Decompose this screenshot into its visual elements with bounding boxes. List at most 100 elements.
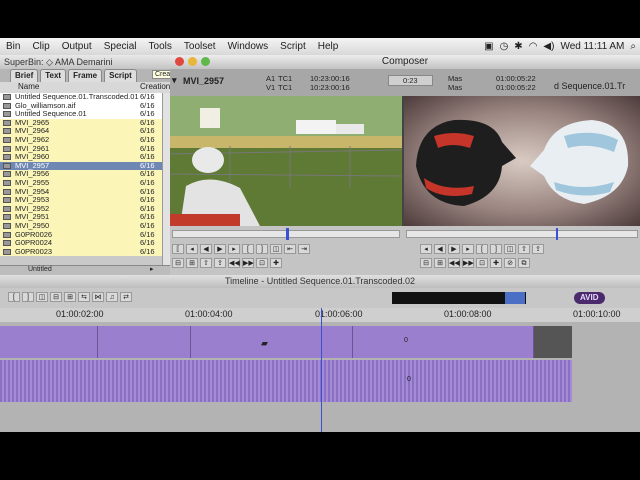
video-clip-4[interactable]: 0 xyxy=(353,326,534,358)
rewind-icon[interactable]: ◀◀ xyxy=(228,258,240,268)
source-position-indicator[interactable] xyxy=(286,228,289,240)
bin-row[interactable]: MVI_2957 6/16 xyxy=(0,161,162,171)
duration-display[interactable]: 0:23 xyxy=(388,75,433,86)
record-step-back-icon[interactable]: ◂ xyxy=(420,244,432,254)
menu-output[interactable]: Output xyxy=(56,41,98,52)
screen-icon[interactable]: ▣ xyxy=(484,41,493,52)
column-name[interactable]: Name xyxy=(18,82,39,91)
clip-menu-icon[interactable]: ▾ xyxy=(172,75,177,86)
menu-help[interactable]: Help xyxy=(312,41,345,52)
timecode-v1[interactable]: 10:23:00:16 xyxy=(310,83,350,92)
bin-row[interactable]: G0PR0026 6/16 xyxy=(0,230,162,240)
bin-row[interactable]: G0PR0024 6/16 xyxy=(0,238,162,248)
time-machine-icon[interactable]: ◷ xyxy=(500,41,509,52)
mark-clip-icon[interactable]: ⟦ xyxy=(172,244,184,254)
go-to-in-icon[interactable]: ⇤ xyxy=(284,244,296,254)
record-monitor[interactable] xyxy=(404,96,640,226)
spotlight-icon[interactable]: ⌕ xyxy=(630,41,636,52)
menu-bin[interactable]: Bin xyxy=(0,41,26,52)
source-clip-name[interactable]: MVI_2957 xyxy=(183,76,224,86)
record-match-frame-icon[interactable]: ⊡ xyxy=(476,258,488,268)
bin-row[interactable]: MVI_2956 6/16 xyxy=(0,170,162,179)
record-position-bar[interactable] xyxy=(406,230,638,238)
clock[interactable]: Wed 11:11 AM xyxy=(560,41,624,52)
play-icon[interactable]: ▶ xyxy=(214,244,226,254)
record-add-edit-icon[interactable]: ✚ xyxy=(490,258,502,268)
record-step-forward-icon[interactable]: ▸ xyxy=(462,244,474,254)
tab-frame[interactable]: Frame xyxy=(68,69,103,82)
bin-row[interactable]: Glo_williamson.aif 6/16 xyxy=(0,101,162,111)
record-splice-icon[interactable]: ⊟ xyxy=(420,258,432,268)
record-play-icon[interactable]: ▶ xyxy=(448,244,460,254)
mark-in-icon[interactable]: [ xyxy=(242,244,254,254)
tl-segment-icon[interactable]: ⇆ xyxy=(78,292,90,302)
add-edit-icon[interactable]: ✚ xyxy=(270,258,282,268)
playhead[interactable] xyxy=(321,308,322,432)
bin-row[interactable]: MVI_2952 6/16 xyxy=(0,204,162,214)
record-stop-icon[interactable]: ⊘ xyxy=(504,258,516,268)
record-rewind-icon[interactable]: ◀◀ xyxy=(448,258,460,268)
clear-marks-icon[interactable]: ◫ xyxy=(270,244,282,254)
bin-row[interactable]: Untitled Sequence.01 6/16 xyxy=(0,110,162,119)
volume-icon[interactable]: ◀) xyxy=(543,41,554,52)
record-mark-out-icon[interactable]: ] xyxy=(490,244,502,254)
step-forward-icon[interactable]: ▸ xyxy=(228,244,240,254)
record-clear-icon[interactable]: ◫ xyxy=(504,244,516,254)
menu-windows[interactable]: Windows xyxy=(222,41,275,52)
record-timecode-bottom[interactable]: 01:00:05:22 xyxy=(496,83,536,92)
menu-tools[interactable]: Tools xyxy=(143,41,178,52)
go-to-out-icon[interactable]: ⇥ xyxy=(298,244,310,254)
menu-script[interactable]: Script xyxy=(274,41,312,52)
filler[interactable] xyxy=(534,326,572,358)
tl-trim-icon[interactable]: ⋈ xyxy=(92,292,104,302)
tl-patch-icon[interactable]: ⇄ xyxy=(120,292,132,302)
bin-row[interactable]: MVI_2962 6/16 xyxy=(0,135,162,145)
video-clip-3[interactable]: ▰ xyxy=(191,326,353,358)
timeline-scale-thumb[interactable] xyxy=(505,292,525,304)
record-sequence-name[interactable]: d Sequence.01.Tr xyxy=(554,81,625,91)
video-clip-1[interactable] xyxy=(0,326,98,358)
lift-icon[interactable]: ⇧ xyxy=(200,258,212,268)
column-creation[interactable]: Creation xyxy=(140,82,170,91)
bin-row[interactable]: MVI_2961 6/16 xyxy=(0,144,162,154)
bin-row[interactable]: MVI_2964 6/16 xyxy=(0,127,162,136)
tl-lift-icon[interactable]: ⊟ xyxy=(50,292,62,302)
minimize-icon[interactable] xyxy=(188,57,197,66)
tl-overwrite-icon[interactable]: ⊞ xyxy=(64,292,76,302)
tl-mark-in-icon[interactable]: [ xyxy=(8,292,20,302)
bin-row[interactable]: MVI_2953 6/16 xyxy=(0,196,162,205)
bin-row[interactable]: MVI_2950 6/16 xyxy=(0,221,162,231)
menu-clip[interactable]: Clip xyxy=(26,41,55,52)
tab-brief[interactable]: Brief xyxy=(10,69,39,82)
splice-in-icon[interactable]: ⊟ xyxy=(172,258,184,268)
record-timecode-top[interactable]: 01:00:05:22 xyxy=(496,74,536,83)
tl-audio-icon[interactable]: ♫ xyxy=(106,292,118,302)
effect-icon[interactable]: ▰ xyxy=(261,338,268,349)
timecode-a1[interactable]: 10:23:00:16 xyxy=(310,74,350,83)
bin-row[interactable]: MVI_2955 6/16 xyxy=(0,178,162,188)
tl-clear-icon[interactable]: ◫ xyxy=(36,292,48,302)
scroll-right-icon[interactable]: ▸ xyxy=(150,265,154,273)
overwrite-icon[interactable]: ⊞ xyxy=(186,258,198,268)
record-lift-icon[interactable]: ⇧ xyxy=(518,244,530,254)
video-clip-2[interactable] xyxy=(98,326,191,358)
bin-row[interactable]: G0PR0023 6/16 xyxy=(0,247,162,257)
bin-row[interactable]: Untitled Sequence.01.Transcoded.01 6/16 xyxy=(0,93,162,102)
record-extract-icon[interactable]: ⇪ xyxy=(532,244,544,254)
record-fast-forward-icon[interactable]: ▶▶ xyxy=(462,258,474,268)
audio-track[interactable]: 0 xyxy=(0,360,572,402)
fast-forward-icon[interactable]: ▶▶ xyxy=(242,258,254,268)
bluetooth-icon[interactable]: ✱ xyxy=(514,41,522,52)
step-back-icon[interactable]: ◂ xyxy=(186,244,198,254)
bin-row[interactable]: MVI_2951 6/16 xyxy=(0,213,162,222)
record-copy-icon[interactable]: ⧉ xyxy=(518,258,530,268)
play-reverse-icon[interactable]: ◀ xyxy=(200,244,212,254)
tl-mark-out-icon[interactable]: ] xyxy=(22,292,34,302)
record-mark-in-icon[interactable]: [ xyxy=(476,244,488,254)
zoom-icon[interactable] xyxy=(201,57,210,66)
mark-out-icon[interactable]: ] xyxy=(256,244,268,254)
timeline-ruler[interactable]: 01:00:02:00 01:00:04:00 01:00:06:00 01:0… xyxy=(0,308,640,323)
bin-row[interactable]: MVI_2954 6/16 xyxy=(0,187,162,197)
wifi-icon[interactable]: ◠ xyxy=(529,41,538,52)
tab-text[interactable]: Text xyxy=(40,69,67,82)
